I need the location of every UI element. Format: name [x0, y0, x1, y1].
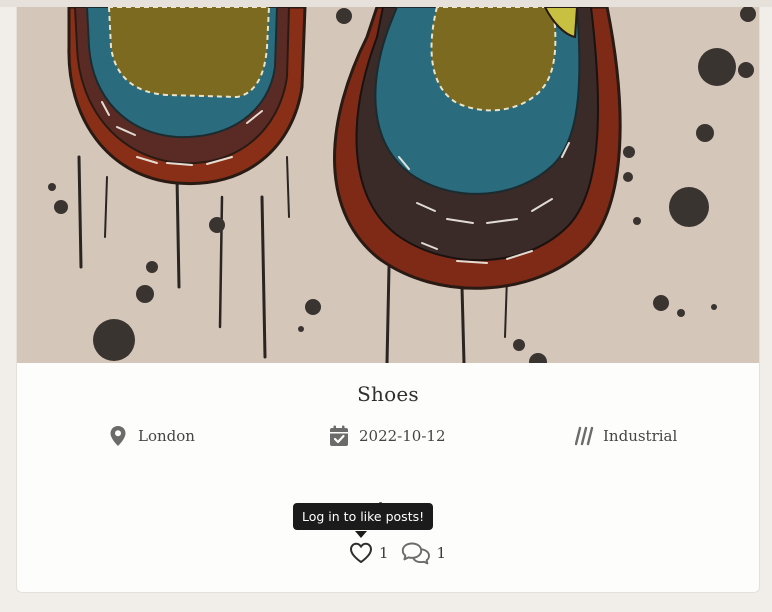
heart-icon[interactable]: [349, 542, 373, 564]
map-pin-icon: [107, 424, 129, 448]
post-location: London: [107, 424, 195, 448]
post-image[interactable]: [17, 7, 759, 363]
like-tooltip: Log in to like posts!: [293, 503, 434, 530]
post-card[interactable]: Shoes London 2022-10-12 Industrial Log i…: [16, 7, 760, 593]
page-top-strip: [0, 0, 772, 7]
style-label: Industrial: [603, 427, 678, 445]
post-actions: 1 1: [349, 541, 446, 565]
like-count: 1: [379, 544, 389, 562]
calendar-check-icon: [328, 424, 350, 448]
location-label: London: [138, 427, 195, 445]
date-label: 2022-10-12: [359, 427, 446, 445]
post-title[interactable]: Shoes: [17, 382, 759, 406]
like-button[interactable]: 1: [349, 542, 401, 564]
tooltip-arrow: [355, 531, 367, 538]
comments-button[interactable]: 1: [401, 541, 447, 565]
speech-bubbles-icon[interactable]: [401, 541, 431, 565]
slashes-icon: [574, 424, 596, 448]
post-style: Industrial: [574, 424, 677, 448]
comment-count: 1: [436, 544, 447, 562]
post-date: 2022-10-12: [328, 424, 445, 448]
